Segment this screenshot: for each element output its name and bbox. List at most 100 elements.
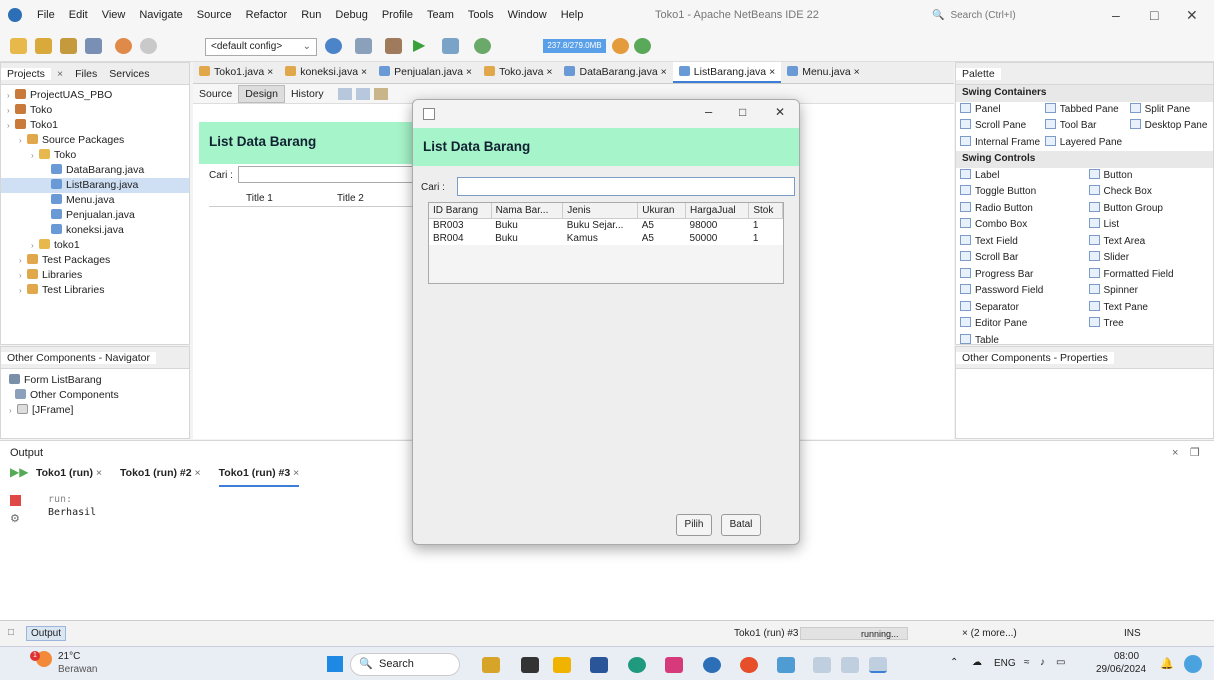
menu-team[interactable]: Team	[420, 9, 461, 21]
table-column-header[interactable]: Stok	[748, 203, 783, 219]
menu-window[interactable]: Window	[501, 9, 554, 21]
palette-item[interactable]: Editor Pane	[956, 316, 1085, 333]
app-icon[interactable]	[665, 657, 683, 673]
new-file-icon[interactable]	[10, 38, 27, 54]
wifi-icon[interactable]: ≈	[1024, 657, 1030, 668]
tab-menu-java[interactable]: Menu.java ×	[781, 62, 866, 83]
palette-item[interactable]: Text Area	[1085, 234, 1214, 251]
tree-item[interactable]: Menu.java	[1, 193, 189, 208]
rerun-icon[interactable]: ▶▶	[10, 465, 28, 479]
palette-item[interactable]: Tree	[1085, 316, 1214, 333]
store-icon[interactable]	[590, 657, 608, 673]
java-app-icon[interactable]	[841, 657, 859, 673]
tree-item[interactable]: DataBarang.java	[1, 163, 189, 178]
design-cari-field[interactable]	[238, 166, 418, 183]
network-app-icon[interactable]	[777, 657, 795, 673]
expand-arrow-icon[interactable]: ›	[19, 268, 27, 283]
menu-file[interactable]: File	[30, 9, 62, 21]
clock-date[interactable]: 29/06/2024	[1096, 664, 1146, 675]
tab-properties[interactable]: Other Components - Properties	[956, 351, 1114, 364]
menu-view[interactable]: View	[95, 9, 133, 21]
connection-mode-icon[interactable]	[355, 87, 370, 100]
tab-listbarang-java[interactable]: ListBarang.java ×	[672, 62, 782, 83]
tab-koneksi-java[interactable]: koneksi.java ×	[279, 62, 373, 83]
palette-item[interactable]: Button Group	[1085, 201, 1214, 218]
bell-icon[interactable]: 🔔	[1160, 657, 1174, 670]
table-column-header[interactable]: Ukuran	[637, 203, 687, 219]
table-column-header[interactable]: Jenis	[562, 203, 639, 219]
build-icon[interactable]	[355, 38, 372, 54]
profile-icon[interactable]	[474, 38, 491, 54]
language-indicator[interactable]: ENG	[994, 658, 1016, 669]
tree-item[interactable]: › Test Libraries	[1, 283, 189, 298]
volume-icon[interactable]: ♪	[1040, 657, 1045, 668]
preview-icon[interactable]	[373, 87, 388, 100]
new-project-icon[interactable]	[35, 38, 52, 54]
tree-item[interactable]: › ProjectUAS_PBO	[1, 88, 189, 103]
tree-item[interactable]: koneksi.java	[1, 223, 189, 238]
mode-source[interactable]: Source	[193, 86, 238, 102]
minimize-icon[interactable]: –	[1112, 7, 1120, 23]
palette-item[interactable]: List	[1085, 217, 1214, 234]
minimize-icon[interactable]: –	[705, 104, 712, 119]
palette-item[interactable]: Button	[1085, 168, 1214, 185]
palette-item[interactable]: Internal Frame	[956, 135, 1041, 152]
expand-arrow-icon[interactable]: ›	[7, 118, 15, 133]
java-app-icon[interactable]	[813, 657, 831, 673]
netbeans-icon[interactable]	[703, 657, 721, 673]
palette-item[interactable]: Text Field	[956, 234, 1085, 251]
palette-item[interactable]: Toggle Button	[956, 184, 1085, 201]
java-app-icon[interactable]	[869, 657, 887, 673]
menu-tools[interactable]: Tools	[461, 9, 501, 21]
chevron-up-icon[interactable]: ⌃	[950, 657, 958, 668]
palette-item[interactable]: Desktop Pane	[1126, 118, 1213, 135]
tab-palette[interactable]: Palette	[956, 67, 1001, 80]
build-target-icon[interactable]	[325, 38, 342, 54]
expand-arrow-icon[interactable]: ›	[19, 283, 27, 298]
output-tab-2[interactable]: Toko1 (run) #2 ×	[120, 467, 201, 487]
chrome-icon[interactable]	[740, 657, 758, 673]
expand-arrow-icon[interactable]: ›	[31, 238, 39, 253]
tab-toko1-java[interactable]: Toko1.java ×	[193, 62, 279, 83]
navigator-item[interactable]: Other Components	[9, 388, 189, 403]
menu-run[interactable]: Run	[294, 9, 328, 21]
more-tasks[interactable]: × (2 more...)	[962, 628, 1017, 639]
menu-help[interactable]: Help	[554, 9, 591, 21]
stop-icon[interactable]	[10, 495, 21, 506]
gc-green-icon[interactable]	[634, 38, 651, 54]
palette-item[interactable]: Separator	[956, 300, 1085, 317]
menu-debug[interactable]: Debug	[328, 9, 374, 21]
palette-item[interactable]: Formatted Field	[1085, 267, 1214, 284]
tree-item[interactable]: › Toko	[1, 148, 189, 163]
maximize-icon[interactable]: □	[1150, 7, 1158, 23]
tree-item[interactable]: › Toko1	[1, 118, 189, 133]
edge-icon[interactable]	[628, 657, 646, 673]
dialog-table[interactable]: ID Barang Nama Bar... Jenis Ukuran HargaJual…	[428, 202, 784, 284]
pilih-button[interactable]: Pilih	[676, 514, 712, 536]
palette-section-header[interactable]: Swing Containers	[956, 85, 1213, 102]
expand-arrow-icon[interactable]: ›	[31, 148, 39, 163]
mode-design[interactable]: Design	[238, 84, 285, 103]
palette-item[interactable]: Combo Box	[956, 217, 1085, 234]
palette-item[interactable]: Panel	[956, 102, 1041, 119]
battery-icon[interactable]: ▭	[1056, 657, 1065, 668]
tab-projects[interactable]: Projects	[1, 67, 51, 80]
expand-arrow-icon[interactable]: ›	[19, 253, 27, 268]
batal-button[interactable]: Batal	[721, 514, 761, 536]
tree-item[interactable]: Penjualan.java	[1, 208, 189, 223]
tree-item[interactable]: › Libraries	[1, 268, 189, 283]
memory-indicator[interactable]: 237.8/279.0MB	[543, 39, 606, 53]
palette-item[interactable]: Text Pane	[1085, 300, 1214, 317]
expand-arrow-icon[interactable]: ›	[19, 133, 27, 148]
palette-item[interactable]: Tool Bar	[1041, 118, 1126, 135]
save-all-icon[interactable]	[85, 38, 102, 54]
palette-item[interactable]: Tabbed Pane	[1041, 102, 1126, 119]
dialog-cari-input[interactable]	[457, 177, 795, 196]
taskbar-search[interactable]: 🔍 Search	[350, 653, 460, 676]
ide-search-input[interactable]: 🔍 Search (Ctrl+I)	[932, 6, 1092, 25]
menu-edit[interactable]: Edit	[62, 9, 95, 21]
cloud-icon[interactable]: ☁	[972, 657, 982, 668]
widgets-icon[interactable]	[482, 657, 500, 673]
tab-penjualan-java[interactable]: Penjualan.java ×	[373, 62, 478, 83]
menu-navigate[interactable]: Navigate	[132, 9, 189, 21]
